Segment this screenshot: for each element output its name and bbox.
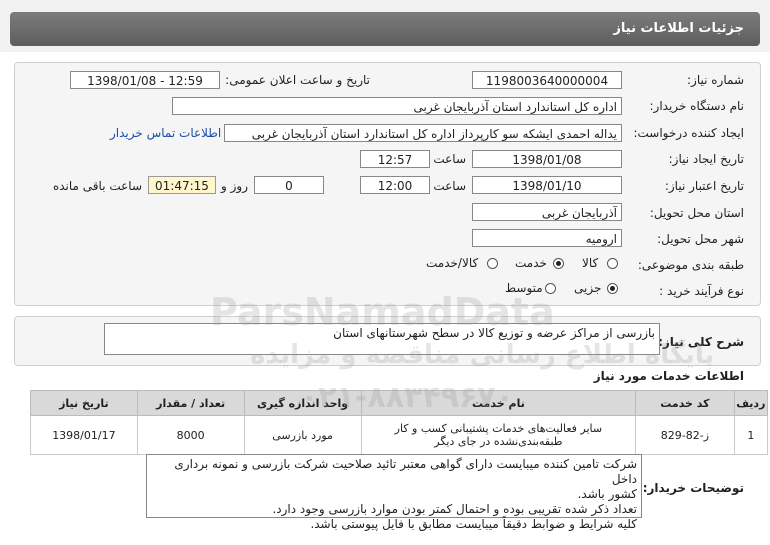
notes-label: توضیحات خریدار: bbox=[642, 481, 744, 495]
buyer-org-label: نام دستگاه خریدار: bbox=[649, 99, 745, 113]
row-qty: 8000 bbox=[136, 415, 245, 455]
category-option-goods: کالا bbox=[582, 256, 599, 270]
province-label: استان محل تحویل: bbox=[649, 206, 744, 220]
buyer-org-field: اداره کل استاندارد استان آذربایجان غربی bbox=[172, 97, 622, 115]
announce-datetime-label: تاریخ و ساعت اعلان عمومی: bbox=[225, 73, 370, 87]
category-option-service: خدمت bbox=[515, 256, 547, 270]
category-radio-goods-service[interactable] bbox=[487, 258, 498, 269]
row-date: 1398/01/17 bbox=[30, 415, 138, 455]
create-date-field: 1398/01/08 bbox=[472, 150, 622, 168]
city-field: ارومیه bbox=[472, 229, 622, 247]
valid-time-label: ساعت bbox=[433, 179, 466, 193]
row-name-line1: سایر فعالیت‌های خدمات پشتیبانی کسب و کار bbox=[394, 422, 603, 435]
row-name: سایر فعالیت‌های خدمات پشتیبانی کسب و کار… bbox=[360, 415, 637, 455]
remaining-time-field: 01:47:15 bbox=[148, 176, 216, 194]
notes-line-2: کشور باشد. bbox=[577, 487, 637, 501]
header-date: تاریخ نیاز bbox=[30, 390, 138, 416]
row-unit: مورد بازرسی bbox=[243, 415, 362, 455]
announce-datetime-field: 1398/01/08 - 12:59 bbox=[70, 71, 220, 89]
table-row: 1 ز-82-829 سایر فعالیت‌های خدمات پشتیبان… bbox=[30, 415, 769, 455]
description-label: شرح کلی نیاز: bbox=[658, 335, 744, 349]
process-radio-medium[interactable] bbox=[545, 283, 556, 294]
process-option-medium: متوسط bbox=[505, 281, 543, 295]
services-header-row: ردیف کد خدمت نام خدمت واحد اندازه گیری ت… bbox=[30, 390, 769, 416]
notes-box: شرکت تامین کننده میبایست دارای گواهی معت… bbox=[146, 454, 642, 531]
header-code: کد خدمت bbox=[635, 390, 735, 416]
requester-label: ایجاد کننده درخواست: bbox=[633, 126, 744, 140]
need-number-label: شماره نیاز: bbox=[687, 73, 744, 87]
row-index: 1 bbox=[733, 415, 769, 455]
category-label: طبقه بندی موضوعی: bbox=[637, 258, 744, 272]
valid-time-field: 12:00 bbox=[360, 176, 430, 194]
category-option-goods-service: کالا/خدمت bbox=[426, 256, 479, 270]
notes-line-3: تعداد ذکر شده تقریبی بوده و احتمال کمتر … bbox=[272, 502, 637, 516]
header-unit: واحد اندازه گیری bbox=[243, 390, 362, 416]
row-code: ز-82-829 bbox=[635, 415, 735, 455]
category-radio-service[interactable] bbox=[553, 258, 564, 269]
category-radio-goods[interactable] bbox=[607, 258, 618, 269]
remaining-days-field: 0 bbox=[254, 176, 324, 194]
notes-line-4: کلیه شرایط و ضوابط دقیقاً میبایست مطابق … bbox=[310, 517, 637, 531]
header-name: نام خدمت bbox=[360, 390, 637, 416]
row-name-line2: طبقه‌بندی‌نشده در جای دیگر bbox=[434, 435, 563, 448]
services-title: اطلاعات خدمات مورد نیاز bbox=[593, 369, 744, 383]
city-label: شهر محل تحویل: bbox=[657, 232, 744, 246]
header-qty: تعداد / مقدار bbox=[136, 390, 245, 416]
requester-field: یداله احمدی ایشکه سو کارپرداز اداره کل ا… bbox=[224, 124, 622, 142]
description-field: بازرسی از مراکز عرضه و توزیع کالا در سطح… bbox=[104, 323, 660, 355]
services-table: ردیف کد خدمت نام خدمت واحد اندازه گیری ت… bbox=[30, 390, 769, 455]
need-number-field: 1198003640000004 bbox=[472, 71, 622, 89]
valid-date-field: 1398/01/10 bbox=[472, 176, 622, 194]
remaining-label: ساعت باقی مانده bbox=[52, 179, 142, 193]
days-label: روز و bbox=[221, 179, 248, 193]
buyer-contact-link[interactable]: اطلاعات تماس خریدار bbox=[110, 126, 221, 140]
page-header: جزئیات اطلاعات نیاز bbox=[10, 12, 760, 46]
notes-line-1: شرکت تامین کننده میبایست دارای گواهی معت… bbox=[174, 457, 637, 486]
process-option-minor: جزیی bbox=[574, 281, 602, 295]
header-index: ردیف bbox=[733, 390, 769, 416]
create-time-label: ساعت bbox=[433, 152, 466, 166]
create-date-label: تاریخ ایجاد نیاز: bbox=[668, 152, 744, 166]
create-time-field: 12:57 bbox=[360, 150, 430, 168]
page-title: جزئیات اطلاعات نیاز bbox=[613, 21, 744, 36]
process-radio-minor[interactable] bbox=[607, 283, 618, 294]
process-label: نوع فرآیند خرید : bbox=[659, 284, 744, 298]
valid-date-label: تاریخ اعتبار نیاز: bbox=[664, 179, 744, 193]
province-field: آذربایجان غربی bbox=[472, 203, 622, 221]
